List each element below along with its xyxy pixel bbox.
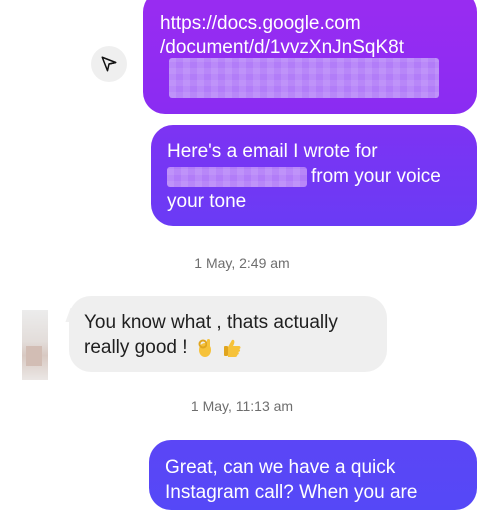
message-line: You know what , thats actually [84, 312, 338, 333]
message-bubble-link[interactable]: https://docs.google.com /document/d/1vvz… [143, 0, 477, 114]
avatar[interactable] [22, 310, 48, 380]
redacted-region [167, 167, 307, 187]
share-button[interactable] [91, 46, 127, 82]
message-line-with-redaction: from your voice [167, 164, 461, 189]
message-line-text: from your voice [311, 166, 441, 187]
redacted-region [169, 58, 439, 98]
timestamp: 1 May, 2:49 am [194, 255, 290, 271]
thumbs-up-emoji-icon [224, 339, 241, 357]
link-text-line-1[interactable]: https://docs.google.com [160, 12, 461, 36]
message-line: your tone [167, 191, 247, 212]
ok-hand-emoji-icon [198, 338, 211, 357]
message-line-partial: Instagram call? When you are [165, 482, 418, 503]
message-line: Here's a email I wrote for [167, 141, 378, 162]
message-bubble-incoming[interactable]: You know what , thats actually really go… [69, 296, 387, 372]
send-icon [101, 56, 117, 72]
message-bubble-call-request[interactable]: Great, can we have a quick Instagram cal… [149, 440, 477, 510]
message-bubble-email[interactable]: Here's a email I wrote for from your voi… [151, 125, 477, 226]
link-text-line-2[interactable]: /document/d/1vvzXnJnSqK8t [160, 36, 461, 60]
message-line-with-emoji: really good ! [84, 335, 372, 360]
timestamp: 1 May, 11:13 am [190, 398, 294, 414]
message-line: Great, can we have a quick [165, 457, 396, 478]
message-line-text: really good ! [84, 337, 188, 358]
